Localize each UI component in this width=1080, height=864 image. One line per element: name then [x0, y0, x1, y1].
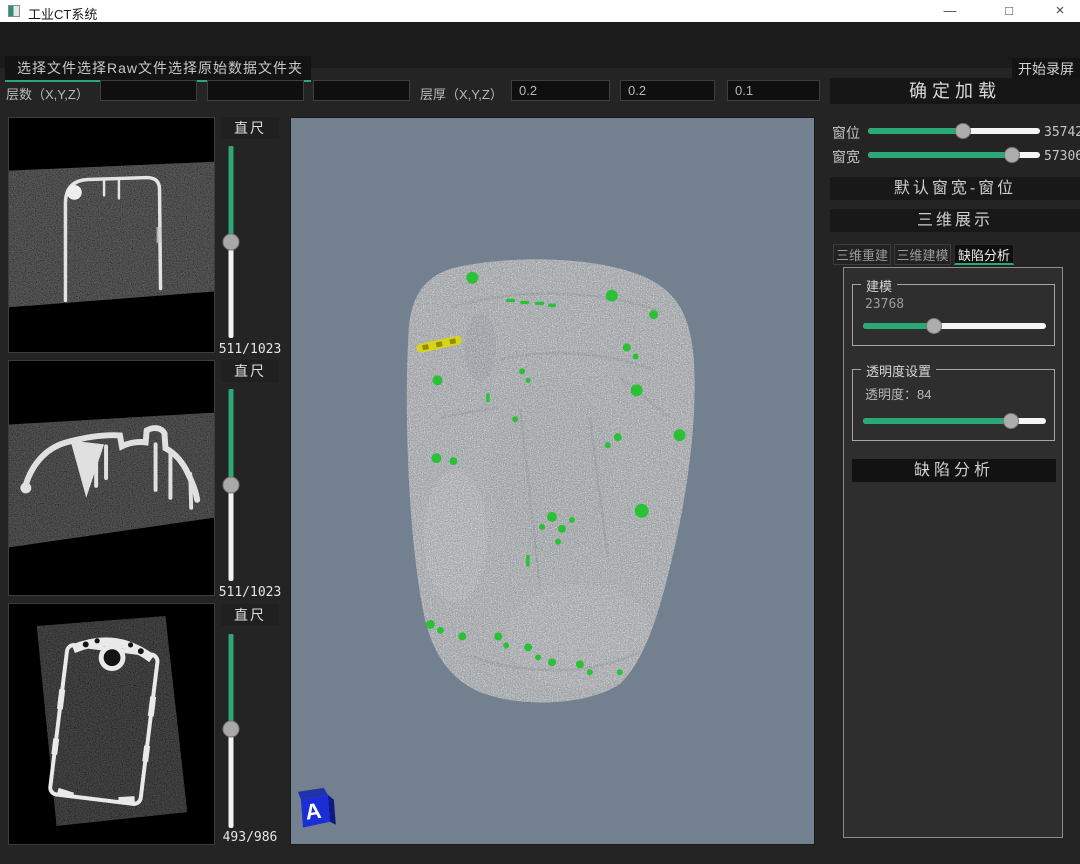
ruler-button-3[interactable]: 直尺	[221, 604, 279, 626]
ruler-button-1[interactable]: 直尺	[221, 117, 279, 139]
ct-slice-view-xy	[8, 117, 215, 353]
thickness-z-input[interactable]	[727, 80, 820, 101]
show-3d-button[interactable]: 三维展示	[830, 209, 1080, 232]
minimize-button[interactable]: —	[934, 0, 966, 22]
file-button-group: 选择文件 选择Raw文件 选择原始数据文件夹	[5, 56, 311, 82]
window-width-value: 57306	[1044, 149, 1080, 164]
select-file-button[interactable]: 选择文件	[17, 58, 77, 78]
window-level-thumb[interactable]	[955, 123, 971, 139]
slice-position-2: 511/1023	[212, 585, 288, 600]
opacity-slider[interactable]	[863, 414, 1046, 428]
toolbar: 选择文件 选择Raw文件 选择原始数据文件夹 开始录屏	[0, 22, 1080, 68]
ct-slice-image-2	[9, 361, 214, 595]
tab-3d-modeling[interactable]: 三维建模	[894, 244, 951, 265]
defect-analysis-button[interactable]: 缺陷分析	[852, 459, 1056, 482]
layers-x-input[interactable]	[100, 80, 197, 101]
industrial-ct-app: 工业CT系统 — □ × 选择文件 选择Raw文件 选择原始数据文件夹 开始录屏…	[0, 0, 1080, 864]
select-folder-button[interactable]: 选择原始数据文件夹	[168, 58, 303, 78]
slice-slider-2[interactable]	[223, 389, 239, 581]
3d-model: A	[291, 118, 814, 844]
slice-slider-1[interactable]	[223, 146, 239, 338]
tab-defect-analysis[interactable]: 缺陷分析	[954, 244, 1014, 265]
window-width-label: 窗宽	[832, 147, 860, 167]
opacity-group-label: 透明度设置	[861, 361, 936, 380]
slice-slider-3[interactable]	[223, 634, 239, 828]
close-button[interactable]: ×	[1044, 0, 1076, 22]
slice-slider-3-thumb[interactable]	[223, 721, 240, 738]
modeling-slider[interactable]	[863, 319, 1046, 333]
layers-label: 层数（X,Y,Z）	[6, 84, 89, 103]
modeling-group-label: 建模	[861, 276, 897, 295]
opacity-slider-thumb[interactable]	[1003, 413, 1019, 429]
opacity-text: 透明度：84	[865, 384, 931, 403]
select-raw-button[interactable]: 选择Raw文件	[77, 58, 168, 78]
3d-viewport[interactable]: A	[290, 117, 815, 845]
modeling-value: 23768	[865, 297, 904, 312]
modeling-slider-thumb[interactable]	[926, 318, 942, 334]
thickness-y-input[interactable]	[620, 80, 715, 101]
title-bar: 工业CT系统 — □ ×	[0, 0, 1080, 22]
ct-slice-view-xz	[8, 360, 215, 596]
window-title: 工业CT系统	[28, 4, 97, 23]
modeling-groupbox: 建模 23768	[852, 284, 1055, 346]
tab-3d-reconstruction[interactable]: 三维重建	[833, 244, 891, 265]
app-icon	[8, 5, 20, 17]
thickness-x-input[interactable]	[511, 80, 610, 101]
default-ww-wl-button[interactable]: 默认窗宽-窗位	[830, 177, 1080, 200]
ct-slice-view-yz	[8, 603, 215, 845]
window-level-label: 窗位	[832, 123, 860, 143]
slice-position-3: 493/986	[212, 830, 288, 845]
defect-analysis-panel	[843, 267, 1063, 838]
ruler-button-2[interactable]: 直尺	[221, 360, 279, 382]
modeling-slider-track[interactable]	[863, 323, 1046, 329]
confirm-load-button[interactable]: 确定加载	[830, 78, 1080, 104]
maximize-button[interactable]: □	[993, 0, 1025, 22]
orientation-cube[interactable]: A	[298, 788, 336, 828]
window-level-value: 35742	[1044, 125, 1080, 140]
layers-z-input[interactable]	[313, 80, 410, 101]
window-width-thumb[interactable]	[1004, 147, 1020, 163]
slice-slider-2-thumb[interactable]	[223, 477, 240, 494]
slice-slider-1-thumb[interactable]	[223, 234, 240, 251]
slice-position-1: 511/1023	[212, 342, 288, 357]
ct-slice-image-1	[9, 118, 214, 352]
window-width-slider[interactable]	[868, 148, 1040, 162]
opacity-groupbox: 透明度设置 透明度：84	[852, 369, 1055, 441]
thickness-label: 层厚（X,Y,Z）	[420, 84, 503, 103]
ct-slice-image-3	[9, 604, 214, 844]
window-level-slider[interactable]	[868, 124, 1040, 138]
layers-y-input[interactable]	[207, 80, 304, 101]
